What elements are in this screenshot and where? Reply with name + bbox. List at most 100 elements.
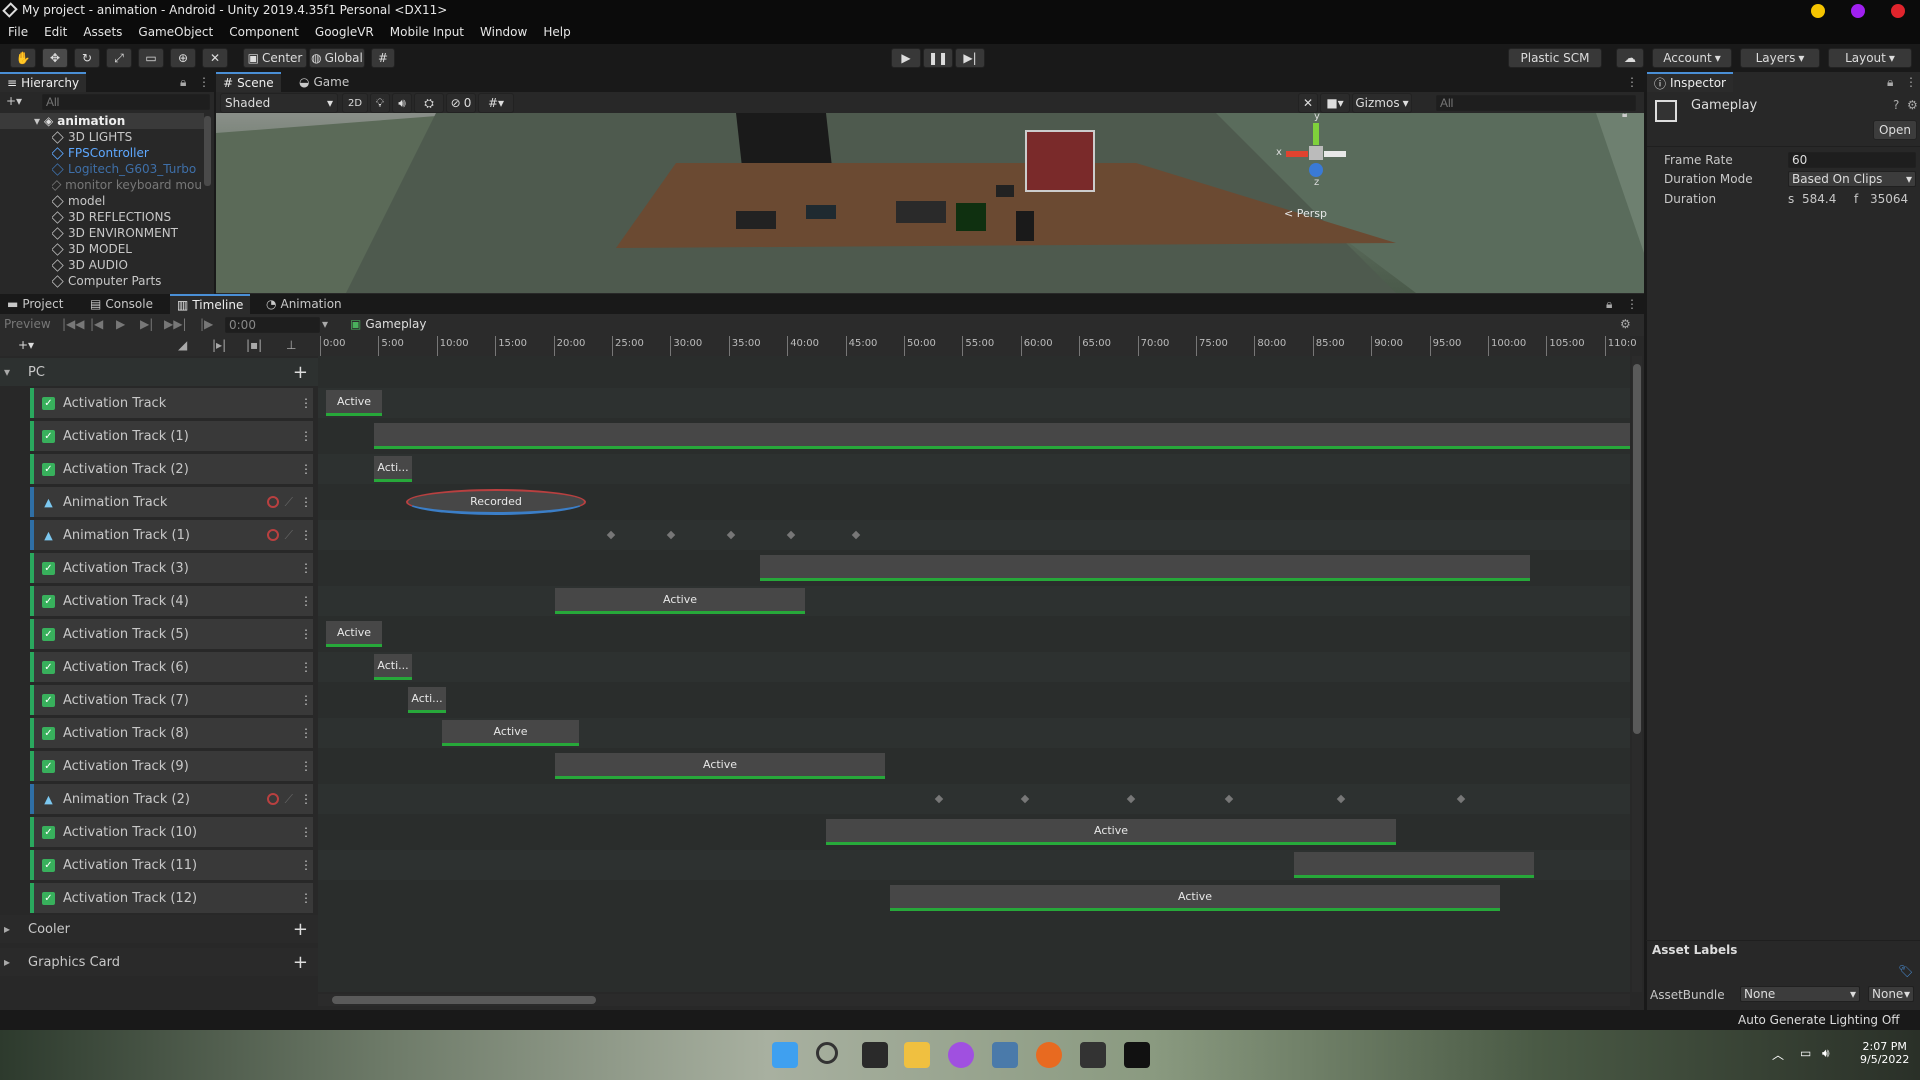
orientation-gizmo[interactable]: y x z	[1276, 113, 1346, 188]
assetbundle-dropdown[interactable]: None ▾	[1740, 986, 1860, 1002]
hierarchy-scrollbar[interactable]	[204, 116, 211, 186]
track-menu-icon[interactable]: ⋮	[299, 396, 313, 410]
hierarchy-item[interactable]: 3D LIGHTS	[52, 129, 202, 145]
tag-icon[interactable]: 🏷︎	[1898, 964, 1913, 978]
previous-frame-icon[interactable]: |◀	[90, 317, 103, 331]
lighting-toggle[interactable]: 💡︎	[370, 93, 390, 113]
transform-tool-button[interactable]: ⊕	[170, 48, 196, 68]
go-to-start-icon[interactable]: |◀◀	[62, 317, 85, 331]
track-menu-icon[interactable]: ⋮	[299, 693, 313, 707]
menu-googlevr[interactable]: GoogleVR	[307, 22, 382, 44]
curves-icon[interactable]: ⟋	[285, 528, 293, 543]
hierarchy-item[interactable]: 3D REFLECTIONS	[52, 209, 202, 225]
menu-mobile-input[interactable]: Mobile Input	[382, 22, 472, 44]
hierarchy-item[interactable]: Computer Parts	[52, 273, 202, 289]
layers-dropdown[interactable]: Layers ▾	[1740, 48, 1820, 68]
track-group-cooler[interactable]: ▸ Cooler +	[0, 915, 318, 943]
hierarchy-item[interactable]: model	[52, 193, 202, 209]
scene-viewport[interactable]: y x z < Persp 🔒︎	[216, 113, 1644, 293]
track-enabled-checkbox[interactable]: ✓	[42, 462, 55, 476]
firefox-icon[interactable]	[1036, 1042, 1062, 1068]
create-button[interactable]: +▾	[6, 94, 22, 108]
activation-clip[interactable]: Acti...	[374, 654, 412, 680]
pivot-global-button[interactable]: ◍ Global	[309, 48, 365, 68]
track-header[interactable]: ✓ Activation Track (5) ⋮	[30, 619, 313, 649]
track-header[interactable]: ✓ Activation Track (1) ⋮	[30, 421, 313, 451]
plastic-scm-button[interactable]: Plastic SCM	[1508, 48, 1602, 68]
tab-scene[interactable]: # Scene	[216, 72, 281, 92]
track-header[interactable]: ▲ Animation Track (2) ⟋ ⋮	[30, 784, 313, 814]
audio-toggle[interactable]: 🔊︎	[392, 93, 412, 113]
hierarchy-item[interactable]: 3D MODEL	[52, 241, 202, 257]
gizmo-center[interactable]	[1309, 146, 1323, 160]
add-icon[interactable]: +	[293, 362, 308, 383]
shading-mode-dropdown[interactable]: Shaded ▾	[220, 93, 338, 113]
frame-rate-field[interactable]: 60	[1788, 152, 1916, 168]
replace-mode-icon[interactable]: |▪|	[246, 338, 262, 352]
minimize-button[interactable]	[1811, 4, 1825, 18]
track-lane[interactable]	[318, 685, 1630, 715]
activation-clip[interactable]: Active	[326, 621, 382, 647]
lock-icon[interactable]: 🔒︎	[1622, 113, 1627, 120]
scene-search-input[interactable]	[1436, 95, 1636, 111]
track-menu-icon[interactable]: ⋮	[299, 627, 313, 641]
track-menu-icon[interactable]: ⋮	[299, 594, 313, 608]
windows-start-icon[interactable]	[772, 1042, 798, 1068]
track-lane[interactable]	[318, 652, 1630, 682]
step-button[interactable]: ▶|	[955, 48, 985, 68]
activation-clip[interactable]: Active	[555, 753, 885, 779]
2d-toggle[interactable]: 2D	[342, 93, 368, 113]
track-header[interactable]: ✓ Activation Track (6) ⋮	[30, 652, 313, 682]
curves-icon[interactable]: ⟋	[285, 495, 293, 510]
track-menu-icon[interactable]: ⋮	[299, 528, 313, 542]
mix-mode-icon[interactable]: ◢	[178, 338, 187, 352]
track-header[interactable]: ✓ Activation Track (11) ⋮	[30, 850, 313, 880]
lock-icon[interactable]: 🔒︎	[1887, 75, 1893, 90]
tab-project[interactable]: ▬ Project	[0, 294, 70, 314]
layout-dropdown[interactable]: Layout ▾	[1828, 48, 1912, 68]
track-enabled-checkbox[interactable]: ✓	[42, 759, 55, 773]
activation-clip[interactable]: Acti...	[374, 456, 412, 482]
panel-menu-icon[interactable]: ⋮	[198, 75, 210, 89]
snap-icon[interactable]: ⊥	[286, 338, 296, 352]
track-enabled-checkbox[interactable]: ✓	[42, 726, 55, 740]
lighting-status[interactable]: Auto Generate Lighting Off	[1738, 1013, 1900, 1027]
gizmo-x-axis[interactable]	[1286, 151, 1308, 157]
track-enabled-checkbox[interactable]: ✓	[42, 693, 55, 707]
grid-snap-button[interactable]: #	[371, 48, 395, 68]
tab-timeline[interactable]: ▥ Timeline	[170, 294, 251, 314]
add-icon[interactable]: +	[293, 952, 308, 973]
preview-toggle[interactable]: Preview	[4, 317, 51, 331]
track-enabled-checkbox[interactable]: ✓	[42, 627, 55, 641]
tab-animation[interactable]: ◔ Animation	[259, 294, 349, 314]
track-enabled-checkbox[interactable]: ✓	[42, 594, 55, 608]
projection-label[interactable]: < Persp	[1284, 207, 1327, 220]
gizmo-x-neg-axis[interactable]	[1324, 151, 1346, 157]
panel-menu-icon[interactable]: ⋮	[1626, 297, 1638, 311]
hierarchy-root[interactable]: ▾ ◈ animation	[0, 113, 204, 129]
track-lane[interactable]	[318, 388, 1630, 418]
camera-dropdown[interactable]: ■▾	[1320, 93, 1350, 113]
track-enabled-checkbox[interactable]: ✓	[42, 858, 55, 872]
record-icon[interactable]	[266, 529, 279, 541]
track-menu-icon[interactable]: ⋮	[299, 858, 313, 872]
track-group-pc[interactable]: ▾ PC +	[0, 358, 318, 386]
pivot-center-button[interactable]: ▣ Center	[243, 48, 307, 68]
track-menu-icon[interactable]: ⋮	[299, 825, 313, 839]
menu-help[interactable]: Help	[535, 22, 578, 44]
track-header[interactable]: ✓ Activation Track (2) ⋮	[30, 454, 313, 484]
menu-file[interactable]: File	[0, 22, 36, 44]
track-header[interactable]: ✓ Activation Track (3) ⋮	[30, 553, 313, 583]
track-lane[interactable]	[318, 520, 1630, 550]
track-lane[interactable]	[318, 586, 1630, 616]
maximize-button[interactable]	[1851, 4, 1865, 18]
play-range-icon[interactable]: |▶	[200, 317, 213, 331]
track-menu-icon[interactable]: ⋮	[299, 462, 313, 476]
rotate-tool-button[interactable]: ↻	[74, 48, 100, 68]
lock-icon[interactable]: 🔒︎	[1606, 297, 1612, 312]
time-ruler[interactable]: 0:00 5:00 10:00 15:00 20:00 25:00 30:00 35:00 40…	[318, 336, 1637, 356]
track-menu-icon[interactable]: ⋮	[299, 759, 313, 773]
unity-editor-icon[interactable]	[1124, 1042, 1150, 1068]
gizmo-z-axis[interactable]	[1309, 163, 1323, 177]
activation-clip[interactable]: Active	[555, 588, 805, 614]
